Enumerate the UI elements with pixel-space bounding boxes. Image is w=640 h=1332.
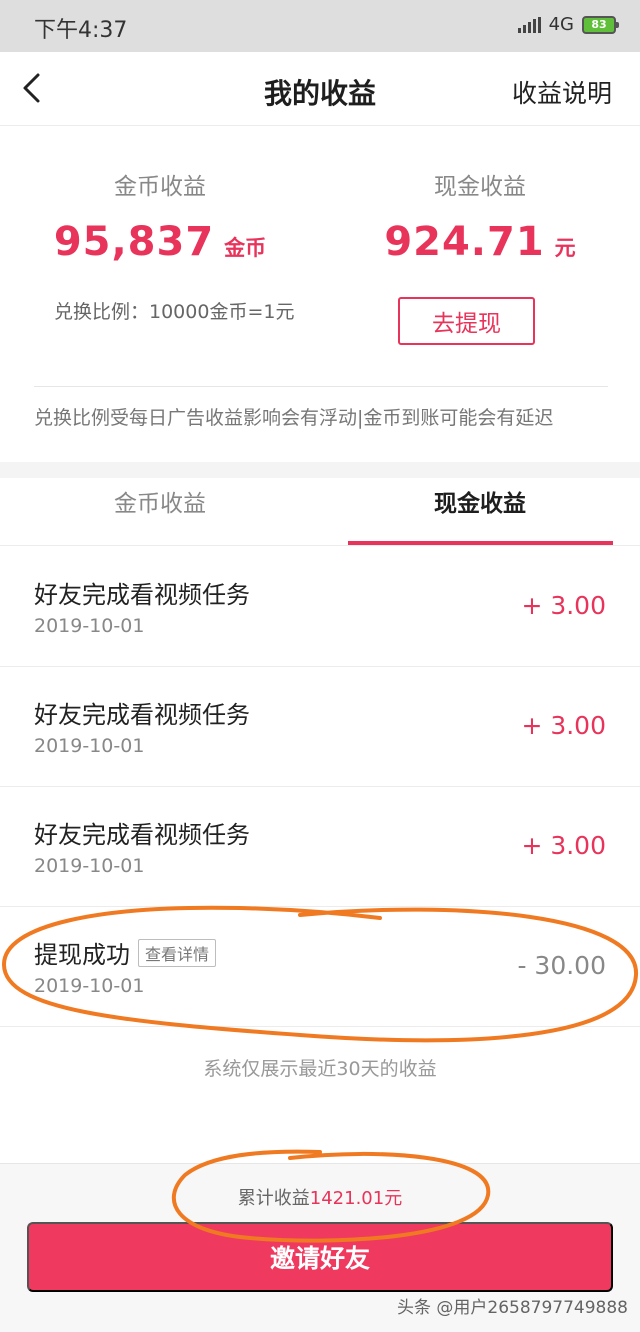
coin-earnings-value: 95,837 xyxy=(53,219,215,265)
coin-unit: 金币 xyxy=(224,236,267,260)
withdraw-button[interactable]: 去提现 xyxy=(398,297,535,345)
tab-cash-earnings[interactable]: 现金收益 xyxy=(320,478,640,546)
list-item: 好友完成看视频任务 2019-10-01 + 3.00 xyxy=(0,787,640,907)
record-amount: + 3.00 xyxy=(521,591,606,620)
view-details-button[interactable]: 查看详情 xyxy=(138,938,217,967)
coin-earnings-column: 金币收益 95,837 金币 xyxy=(0,167,320,265)
history-footnote: 系统仅展示最近30天的收益 xyxy=(203,1058,437,1080)
cash-earnings-column: 现金收益 924.71 元 xyxy=(320,167,640,265)
record-date: 2019-10-01 xyxy=(34,735,145,757)
nav-bar: 我的收益 收益说明 xyxy=(0,52,640,126)
total-earnings: 累计收益1421.01元 xyxy=(0,1184,640,1210)
record-amount: + 3.00 xyxy=(521,831,606,860)
battery-icon: 83 xyxy=(582,15,619,34)
record-title: 好友完成看视频任务 xyxy=(34,701,250,729)
total-earnings-label: 累计收益 xyxy=(237,1188,310,1209)
invite-friends-button[interactable]: 邀请好友 xyxy=(27,1222,613,1292)
record-title: 提现成功 xyxy=(34,941,130,969)
cash-earnings-label: 现金收益 xyxy=(434,174,526,200)
exchange-rate-text: 兑换比例：10000金币=1元 xyxy=(54,301,295,323)
earnings-summary: 金币收益 95,837 金币 现金收益 924.71 元 兑换比例：10000金… xyxy=(0,127,640,462)
record-date: 2019-10-01 xyxy=(34,615,145,637)
earnings-info-link[interactable]: 收益说明 xyxy=(512,74,612,110)
tab-coin-earnings[interactable]: 金币收益 xyxy=(0,478,320,546)
list-item: 提现成功 查看详情 2019-10-01 - 30.00 xyxy=(0,907,640,1027)
divider xyxy=(34,386,608,387)
coin-earnings-label: 金币收益 xyxy=(114,174,206,200)
list-item: 好友完成看视频任务 2019-10-01 + 3.00 xyxy=(0,547,640,667)
record-title: 好友完成看视频任务 xyxy=(34,821,250,849)
section-gap xyxy=(0,462,640,478)
record-amount: + 3.00 xyxy=(521,711,606,740)
record-date: 2019-10-01 xyxy=(34,855,145,877)
exchange-notice: 兑换比例受每日广告收益影响会有浮动|金币到账可能会有延迟 xyxy=(34,407,554,429)
cash-earnings-value: 924.71 xyxy=(384,219,545,265)
record-date: 2019-10-01 xyxy=(34,975,145,997)
total-earnings-value: 1421.01元 xyxy=(309,1188,403,1209)
list-item: 好友完成看视频任务 2019-10-01 + 3.00 xyxy=(0,667,640,787)
signal-icon xyxy=(517,16,541,33)
record-title: 好友完成看视频任务 xyxy=(34,581,250,609)
earnings-tabs: 金币收益 现金收益 xyxy=(0,478,640,546)
earnings-record-list: 好友完成看视频任务 2019-10-01 + 3.00 好友完成看视频任务 20… xyxy=(0,547,640,1027)
record-amount: - 30.00 xyxy=(517,951,606,980)
cash-unit: 元 xyxy=(554,236,576,260)
status-time: 下午4:37 xyxy=(34,18,128,43)
status-bar: 下午4:37 4G 83 xyxy=(0,0,640,52)
network-type: 4G xyxy=(548,14,574,35)
watermark: 头条 @用户2658797749888 xyxy=(396,1298,628,1318)
active-tab-indicator xyxy=(348,541,613,545)
status-indicators: 4G 83 xyxy=(517,14,619,35)
